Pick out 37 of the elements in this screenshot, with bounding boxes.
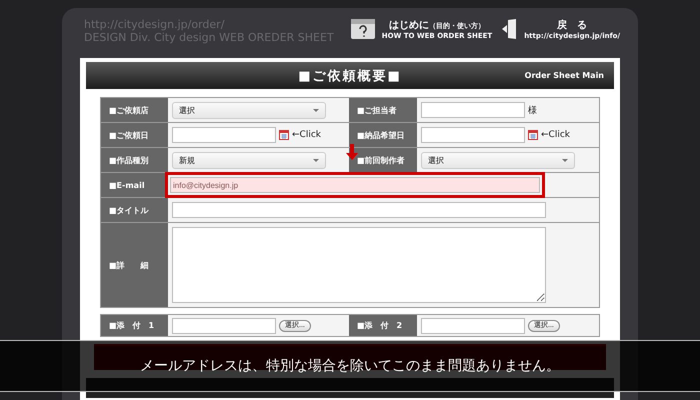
- text-field[interactable]: [172, 202, 546, 218]
- field-label: ■ご担当者: [349, 98, 417, 122]
- honorific-label: 様: [528, 104, 537, 116]
- caret-icon: [313, 108, 319, 112]
- file-field[interactable]: [421, 318, 525, 334]
- file-field[interactable]: [172, 318, 276, 334]
- caption-text: メールアドレスは、特別な場合を除いてこのまま問題ありません。: [140, 357, 560, 375]
- dropdown[interactable]: 選択: [421, 152, 575, 168]
- exit-door-icon[interactable]: [502, 18, 518, 40]
- calendar-icon[interactable]: [528, 130, 538, 140]
- text-field[interactable]: [421, 102, 525, 118]
- date-field[interactable]: [172, 127, 276, 143]
- down-arrow-icon: [346, 144, 358, 160]
- field-label: ■添 付 1: [101, 315, 168, 336]
- section-title: ■ご依頼概要■: [298, 68, 402, 84]
- field-label: ■ご依頼店: [101, 98, 168, 122]
- caret-icon: [313, 158, 319, 162]
- field-label: ■前回制作者: [349, 148, 417, 172]
- field-label: ■ご依頼日: [101, 123, 168, 147]
- field-label: ■作品種別: [101, 148, 168, 172]
- date-field[interactable]: [421, 127, 525, 143]
- click-hint: ←Click: [541, 130, 570, 140]
- field-label: ■タイトル: [101, 198, 168, 222]
- calendar-icon[interactable]: [279, 130, 289, 140]
- click-hint: ←Click: [292, 130, 321, 140]
- field-label: ■詳 細: [101, 223, 168, 307]
- back-link[interactable]: 戻 る: [557, 18, 588, 32]
- section-subtitle: Order Sheet Main: [524, 71, 604, 80]
- field-label: ■E-mail: [101, 173, 168, 197]
- dropdown[interactable]: 新規: [172, 152, 326, 168]
- caret-icon: [562, 158, 568, 162]
- field-label: ■納品希望日: [349, 123, 417, 147]
- field-label: ■添 付 2: [349, 315, 417, 336]
- help-window-icon[interactable]: [350, 18, 376, 40]
- details-textarea[interactable]: [172, 227, 546, 303]
- dropdown[interactable]: 選択: [172, 102, 326, 118]
- email-field[interactable]: info@citydesign.jp: [170, 177, 540, 193]
